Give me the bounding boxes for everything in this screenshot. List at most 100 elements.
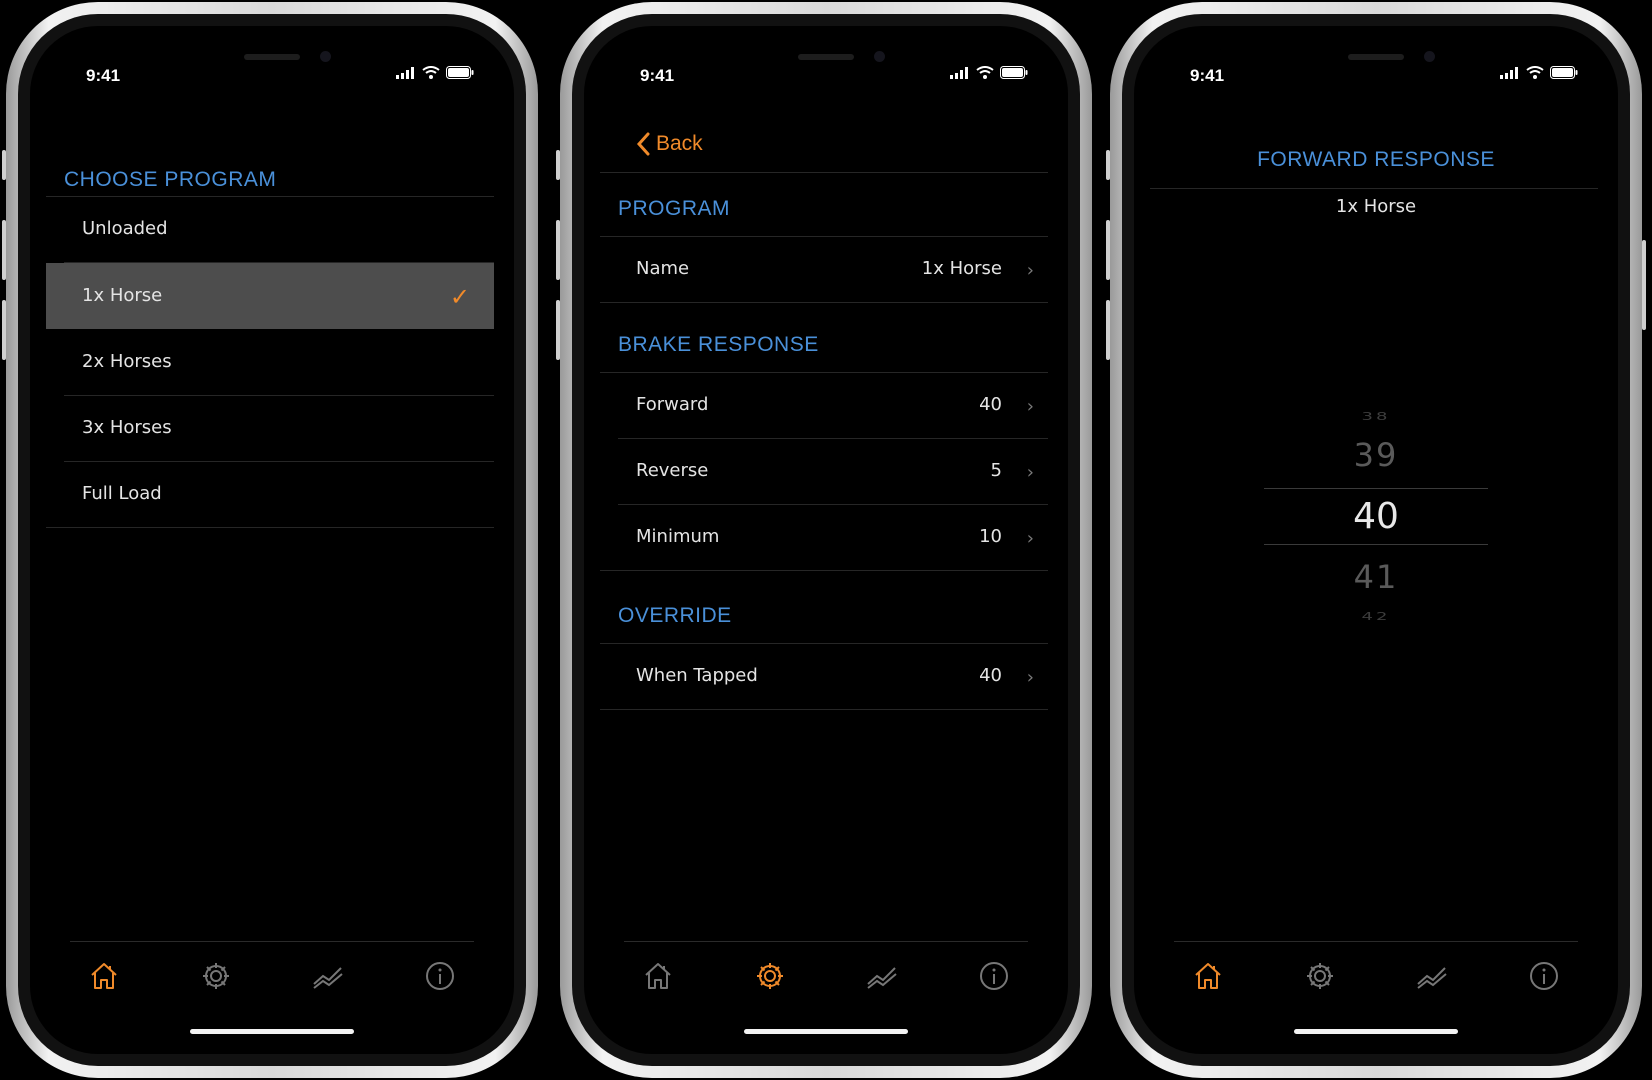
status-time: 9:41 [1190,66,1225,85]
status-icons [1500,66,1578,79]
phone-forward-response: 9:41 FORWARD RESPONSE 1x Horse 38 39 40 … [1104,0,1648,1080]
gear-icon [757,963,783,989]
divider [600,302,1048,303]
picker-option[interactable]: 42 [1134,610,1618,623]
list-item-label: 1x Horse [82,285,163,306]
list-item-3x-horses[interactable]: 3x Horses [46,395,494,461]
picker-selection-bottom [1264,544,1488,545]
phone-bezel: 9:41 Back PROGRAM Name 1x Horse › BRAKE … [572,14,1080,1066]
row-when-tapped[interactable]: When Tapped 40 › [600,643,1048,709]
home-indicator[interactable] [190,1029,354,1034]
row-forward[interactable]: Forward 40 › [600,372,1048,438]
picker-option[interactable]: 38 [1134,410,1618,423]
page-title: FORWARD RESPONSE [1257,148,1495,171]
speaker-grille [798,54,854,60]
tab-settings[interactable] [1300,956,1340,996]
wifi-icon [976,66,994,79]
tab-settings[interactable] [196,956,236,996]
row-label: Name [636,258,690,279]
status-time: 9:41 [640,66,675,85]
gear-icon [1307,963,1333,989]
row-label: When Tapped [636,665,758,686]
home-icon [1195,963,1221,989]
wifi-icon [422,66,440,79]
picker-option[interactable]: 41 [1134,558,1618,596]
home-icon [91,963,117,989]
phone-program-settings: 9:41 Back PROGRAM Name 1x Horse › BRAKE … [554,0,1098,1080]
section-header-brake-response: BRAKE RESPONSE [618,333,819,356]
phone-choose-program: 9:41 CHOOSE PROGRAM Unloaded 1x Horse ✓ [0,0,544,1080]
phone-frame: 9:41 FORWARD RESPONSE 1x Horse 38 39 40 … [1110,2,1642,1078]
tab-bar-divider [70,941,474,942]
section-header-override: OVERRIDE [618,604,732,627]
divider [600,570,1048,571]
picker-selected-value[interactable]: 40 [1134,496,1618,537]
divider [1150,188,1598,189]
chevron-right-icon: › [1026,667,1034,688]
back-label: Back [656,132,703,155]
divider [600,709,1048,710]
side-button [1642,240,1646,330]
chevron-right-icon: › [1026,260,1034,281]
chevron-left-icon [636,132,650,156]
status-icons [950,66,1028,79]
gear-icon [203,963,229,989]
front-camera [320,51,331,62]
status-icons [396,66,474,79]
row-value: 5 [990,460,1002,481]
battery-icon [446,66,474,79]
tab-home[interactable] [638,956,678,996]
phone-frame: 9:41 Back PROGRAM Name 1x Horse › BRAKE … [560,2,1092,1078]
divider [600,172,1048,173]
phone-bezel: 9:41 CHOOSE PROGRAM Unloaded 1x Horse ✓ [18,14,526,1066]
screen-forward-response: 9:41 FORWARD RESPONSE 1x Horse 38 39 40 … [1134,26,1618,1054]
tab-bar-divider [624,941,1028,942]
tab-home[interactable] [84,956,124,996]
row-label: Minimum [636,526,720,547]
front-camera [874,51,885,62]
row-value: 1x Horse [921,258,1002,279]
tab-stats[interactable] [1412,956,1452,996]
home-indicator[interactable] [1294,1029,1458,1034]
picker-selection-top [1264,488,1488,489]
list-item-2x-horses[interactable]: 2x Horses [46,329,494,395]
tab-home[interactable] [1188,956,1228,996]
battery-icon [1550,66,1578,79]
tab-stats[interactable] [862,956,902,996]
tab-info[interactable] [974,956,1014,996]
list-item-1x-horse[interactable]: 1x Horse ✓ [46,263,494,329]
list-item-full-load[interactable]: Full Load [46,461,494,527]
list-item-label: 3x Horses [82,417,172,438]
program-name: 1x Horse [1335,196,1417,217]
info-icon [426,962,454,990]
row-label: Reverse [636,460,709,481]
wifi-icon [1526,66,1544,79]
section-header-program: PROGRAM [618,197,731,220]
chevron-right-icon: › [1026,462,1034,483]
signal-icon [396,66,414,79]
tab-info[interactable] [1524,956,1564,996]
screen-program-settings: 9:41 Back PROGRAM Name 1x Horse › BRAKE … [584,26,1068,1054]
row-name[interactable]: Name 1x Horse › [600,236,1048,302]
chart-icon [313,967,343,989]
row-value: 40 [979,394,1002,415]
back-button[interactable]: Back [636,132,703,156]
row-reverse[interactable]: Reverse 5 › [600,438,1048,504]
picker-option[interactable]: 39 [1134,436,1618,474]
section-header-choose-program: CHOOSE PROGRAM [64,168,277,191]
row-minimum[interactable]: Minimum 10 › [600,504,1048,570]
battery-icon [1000,66,1028,79]
chevron-right-icon: › [1026,396,1034,417]
tab-stats[interactable] [308,956,348,996]
row-label: Forward [636,394,709,415]
tab-settings[interactable] [750,956,790,996]
speaker-grille [244,54,300,60]
phone-bezel: 9:41 FORWARD RESPONSE 1x Horse 38 39 40 … [1122,14,1630,1066]
list-item-label: Full Load [82,483,162,504]
info-icon [980,962,1008,990]
home-icon [645,963,671,989]
tab-info[interactable] [420,956,460,996]
home-indicator[interactable] [744,1029,908,1034]
row-value: 40 [979,665,1002,686]
list-item-unloaded[interactable]: Unloaded [46,196,494,262]
